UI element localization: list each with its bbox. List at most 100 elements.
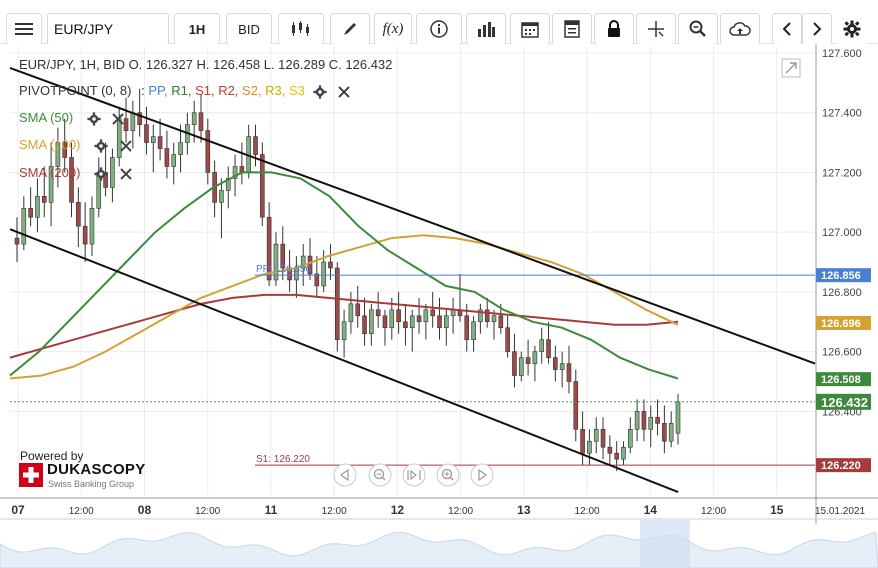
calendar-icon bbox=[521, 22, 539, 38]
candle-down bbox=[334, 267, 340, 340]
candle-down bbox=[573, 381, 579, 430]
candle-down bbox=[314, 273, 320, 287]
crosshair-button[interactable] bbox=[636, 13, 676, 45]
candle-down bbox=[41, 196, 47, 203]
candle-down bbox=[600, 428, 606, 448]
pivot-item: R1, bbox=[171, 83, 196, 98]
sma50-remove-icon[interactable] bbox=[112, 112, 125, 125]
candle-up bbox=[178, 142, 183, 155]
menu-button[interactable] bbox=[6, 13, 42, 45]
nav-next-icon[interactable] bbox=[470, 463, 494, 487]
function-button[interactable]: f(x) bbox=[374, 13, 412, 45]
candle-down bbox=[157, 136, 163, 149]
pivot-settings-icon[interactable] bbox=[312, 84, 327, 99]
sma50-settings-icon[interactable] bbox=[87, 111, 101, 126]
price-chart[interactable]: 127.600 127.400 127.200 127.000 126.800 126.6… bbox=[0, 44, 878, 568]
candle-up bbox=[627, 428, 633, 448]
pivot-remove-icon[interactable] bbox=[338, 85, 350, 98]
report-icon bbox=[564, 20, 580, 38]
sma50-legend: SMA (50) bbox=[19, 110, 125, 126]
nav-prev-icon[interactable] bbox=[333, 463, 357, 487]
volume-button[interactable] bbox=[466, 13, 506, 45]
navigator-window[interactable] bbox=[640, 520, 690, 568]
dukascopy-logo-icon bbox=[19, 463, 43, 487]
brand-name: DUKASCOPY bbox=[47, 461, 146, 478]
candle-up bbox=[341, 321, 347, 340]
pivot-item: R2, bbox=[218, 83, 243, 98]
candle-up bbox=[89, 207, 95, 245]
candle-down bbox=[505, 327, 510, 352]
candle-down bbox=[437, 315, 442, 329]
price-type-button[interactable]: BID bbox=[226, 13, 272, 45]
sma200-remove-icon[interactable] bbox=[119, 167, 132, 180]
settings-button[interactable] bbox=[836, 13, 868, 45]
zoom-in-icon[interactable] bbox=[436, 463, 460, 487]
period-label: 1H bbox=[188, 21, 206, 37]
cloud-button[interactable] bbox=[720, 13, 760, 45]
candle-up bbox=[675, 401, 681, 434]
candle-down bbox=[655, 417, 660, 424]
candle-down bbox=[662, 423, 667, 442]
candle-up bbox=[471, 321, 476, 340]
volume-icon bbox=[478, 22, 495, 37]
price-tag-label: 126.696 bbox=[821, 318, 861, 330]
s1-level-label: S1: 126.220 bbox=[256, 454, 310, 465]
info-button[interactable] bbox=[416, 13, 462, 45]
brand-sub: Swiss Banking Group bbox=[48, 479, 135, 489]
gear-icon bbox=[843, 20, 861, 38]
candle-down bbox=[14, 237, 20, 245]
x-tick-label: 07 bbox=[11, 503, 25, 517]
x-tick-label: 12:00 bbox=[701, 506, 726, 517]
function-icon: f(x) bbox=[382, 20, 404, 37]
candle-up bbox=[389, 309, 395, 329]
prev-icon bbox=[782, 22, 791, 36]
lock-button[interactable] bbox=[594, 13, 634, 45]
candle-up bbox=[423, 309, 429, 323]
pivot-item: PP, bbox=[148, 83, 172, 98]
sma200-legend: SMA (200) bbox=[19, 165, 132, 181]
candle-up bbox=[171, 154, 177, 167]
zoom-button[interactable] bbox=[678, 13, 718, 45]
candle-down bbox=[512, 351, 517, 376]
candle-up bbox=[539, 339, 545, 352]
sma100-settings-icon[interactable] bbox=[94, 138, 108, 153]
price-tag-label: 126.220 bbox=[821, 460, 861, 472]
zoom-icon bbox=[689, 20, 706, 37]
candle-down bbox=[82, 225, 88, 245]
candle-up bbox=[593, 428, 599, 442]
y-tick-label: 126.800 bbox=[822, 287, 862, 299]
candle-up bbox=[491, 315, 497, 323]
candle-up bbox=[668, 423, 674, 442]
draw-button[interactable] bbox=[330, 13, 370, 45]
period-button[interactable]: 1H bbox=[174, 13, 220, 45]
candle-up bbox=[648, 417, 654, 430]
pivot-item: S1, bbox=[195, 83, 219, 98]
prev-button[interactable] bbox=[772, 13, 802, 45]
candle-down bbox=[396, 309, 401, 323]
toolbar: 1H BID f(x) bbox=[0, 0, 878, 45]
pivot-colon: : bbox=[141, 83, 145, 98]
candle-up bbox=[634, 411, 640, 430]
sma200-label: SMA (200) bbox=[19, 165, 81, 180]
candle-up bbox=[130, 112, 136, 131]
next-button[interactable] bbox=[802, 13, 832, 45]
y-tick-label: 127.200 bbox=[822, 167, 862, 179]
report-button[interactable] bbox=[552, 13, 592, 45]
candle-down bbox=[123, 118, 129, 131]
sma100-remove-icon[interactable] bbox=[119, 139, 132, 152]
sma200-settings-icon[interactable] bbox=[94, 166, 108, 181]
pivot-items: PP, R1, S1, R2, S2, R3, S3 bbox=[148, 83, 308, 98]
candle-down bbox=[607, 446, 613, 454]
candle-up bbox=[587, 440, 592, 454]
candle-up bbox=[369, 309, 374, 335]
fit-icon[interactable] bbox=[402, 463, 426, 487]
chart-type-button[interactable] bbox=[278, 13, 324, 45]
y-tick-label: 127.000 bbox=[822, 227, 862, 239]
pivot-item: S2, bbox=[242, 83, 266, 98]
zoom-out-icon[interactable] bbox=[368, 463, 392, 487]
x-tick-label: 12:00 bbox=[69, 506, 94, 517]
candle-down bbox=[28, 207, 33, 218]
symbol-input[interactable] bbox=[47, 13, 169, 45]
calendar-button[interactable] bbox=[510, 13, 550, 45]
next-icon bbox=[813, 22, 822, 36]
